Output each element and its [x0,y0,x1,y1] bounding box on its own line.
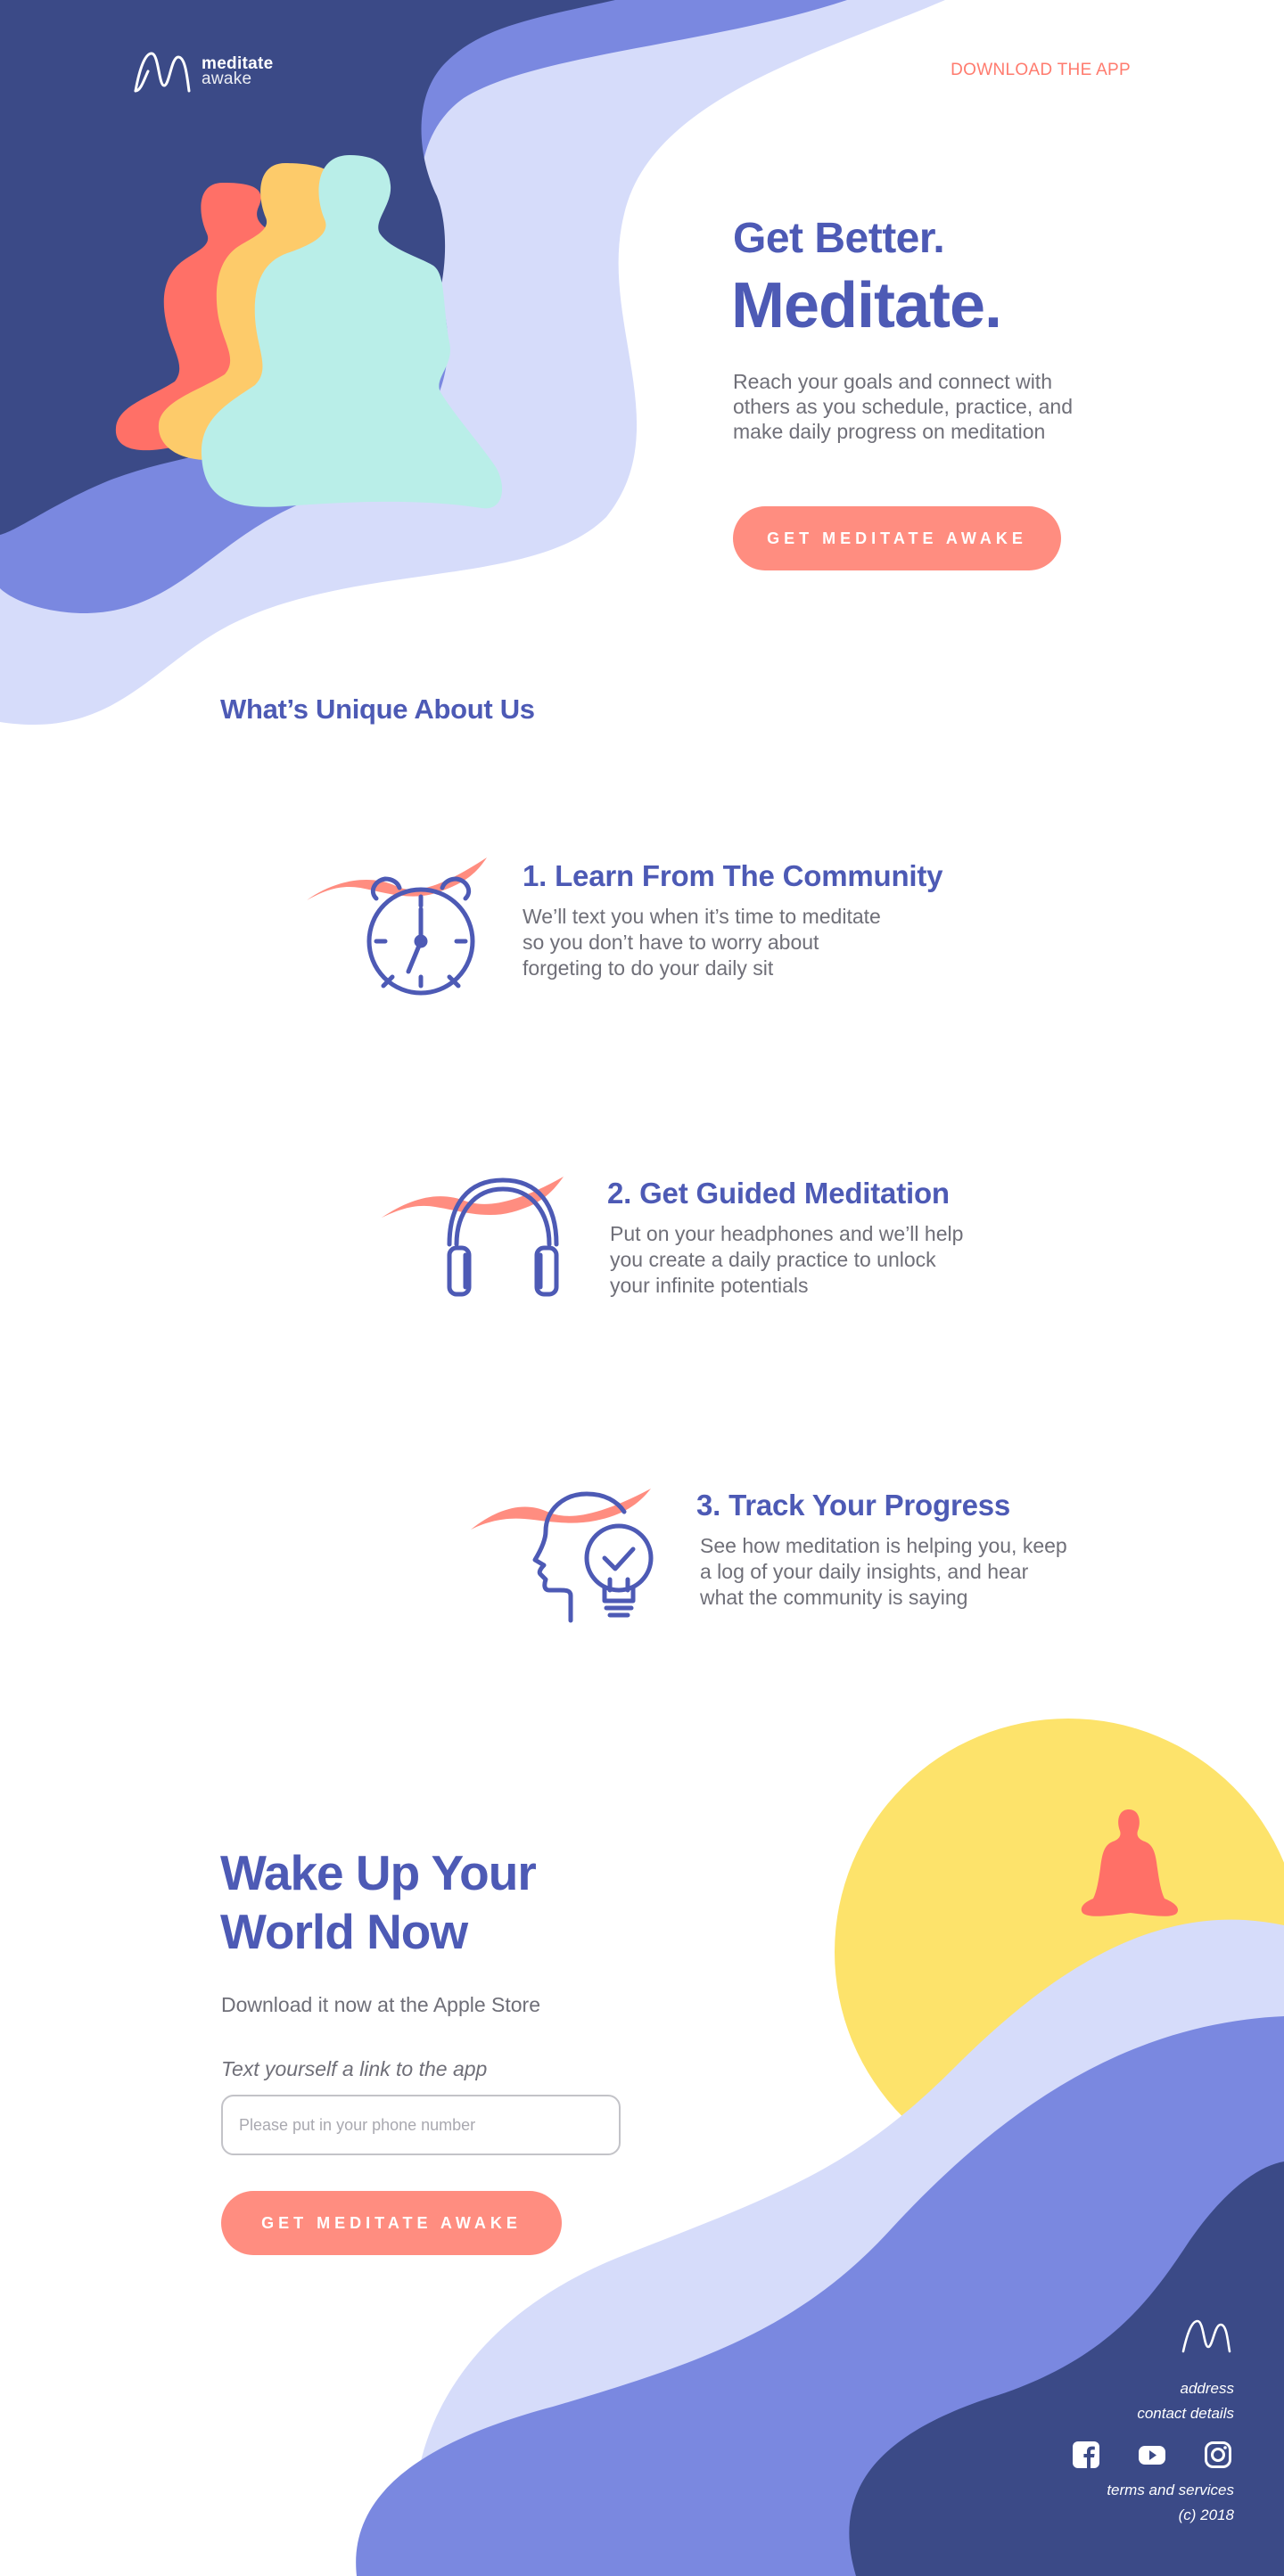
hero-get-app-button[interactable]: GET MEDITATE AWAKE [733,506,1061,570]
hero-description: Reach your goals and connect with others… [733,370,1074,443]
feature-1-title: 1. Learn From The Community [523,859,943,892]
footer-contact[interactable]: contact details [1137,2405,1234,2423]
headphones-icon [382,1177,564,1297]
youtube-icon[interactable] [1138,2441,1166,2469]
footer-address[interactable]: address [1181,2380,1234,2398]
hero-title-line2: Meditate. [731,270,1002,341]
wake-get-app-button[interactable]: GET MEDITATE AWAKE [221,2191,562,2255]
brand-logo[interactable]: meditate awake [132,46,292,96]
hero-title-line1: Get Better. [733,215,945,262]
footer-copyright: (c) 2018 [1178,2506,1234,2523]
alarm-clock-icon [307,857,487,996]
wake-section-subtitle: Download it now at the Apple Store [221,1993,541,2016]
phone-input-label: Text yourself a link to the app [221,2057,488,2080]
wake-section-title: Wake Up Your World Now [220,1845,537,1959]
feature-2-description: Put on your headphones and we’ll help yo… [610,1222,964,1297]
logo-wordmark-bottom: awake [202,70,252,88]
footer-terms-link[interactable]: terms and services [1107,2482,1234,2499]
unique-section-title: What’s Unique About Us [220,693,535,725]
head-lightbulb-icon [471,1489,654,1623]
download-app-link[interactable]: DOWNLOAD THE APP [951,61,1131,80]
feature-3-description: See how meditation is helping you, keep … [700,1534,1067,1609]
instagram-icon[interactable] [1204,2441,1232,2469]
feature-1-description: We’ll text you when it’s time to meditat… [523,905,881,980]
facebook-icon[interactable] [1072,2441,1100,2469]
footer-logo-icon[interactable] [1181,2316,1232,2355]
feature-3-title: 3. Track Your Progress [696,1489,1011,1522]
logo-waves-icon [134,52,191,93]
phone-number-input[interactable] [221,2095,621,2155]
feature-2-title: 2. Get Guided Meditation [607,1177,950,1210]
